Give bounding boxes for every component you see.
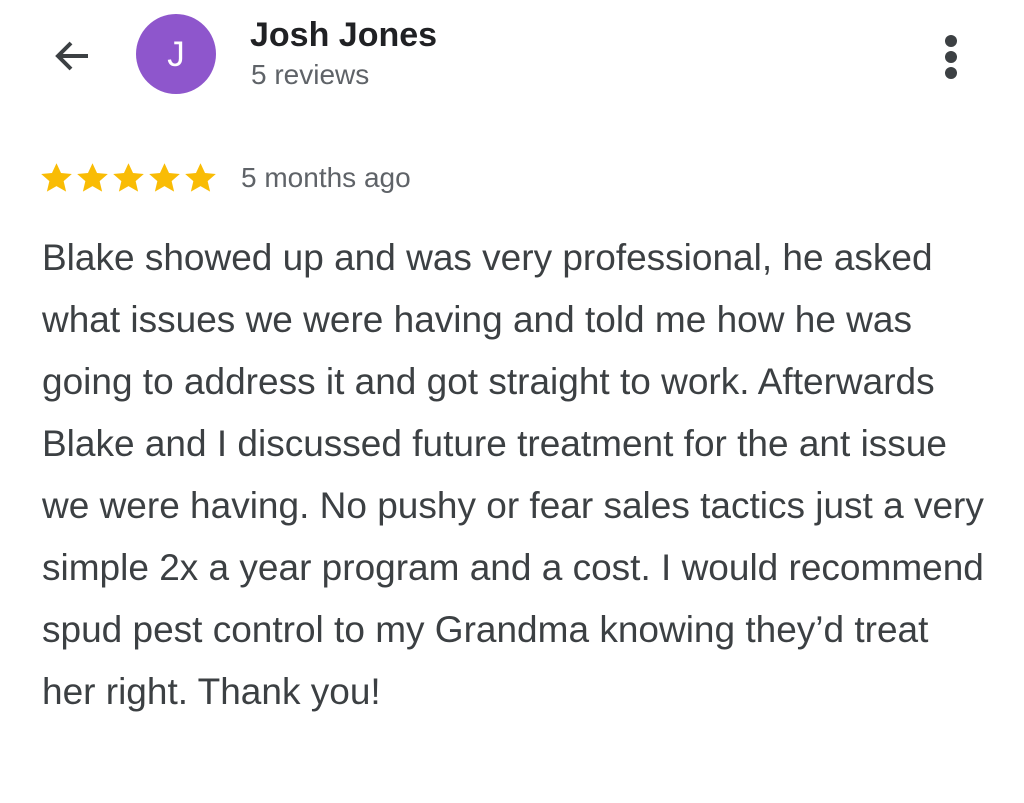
reviewer-name[interactable]: Josh Jones: [250, 15, 437, 55]
back-button[interactable]: [46, 30, 98, 82]
arrow-left-icon: [55, 41, 88, 71]
star-rating: [39, 155, 219, 201]
avatar[interactable]: J: [136, 14, 216, 94]
star-icon: [185, 162, 216, 192]
avatar-initial: J: [167, 34, 185, 74]
star-icon: [77, 162, 108, 192]
star-icon: [41, 162, 72, 192]
review-header: J Josh Jones 5 reviews: [0, 0, 1024, 140]
review-count: 5 reviews: [251, 59, 370, 90]
rating-row: 5 months ago: [39, 155, 411, 201]
star-icon: [149, 162, 180, 192]
star-icon: [113, 162, 144, 192]
review-text: Blake showed up and was very professiona…: [42, 237, 984, 712]
more-options-button[interactable]: [920, 28, 984, 86]
review-time: 5 months ago: [241, 162, 411, 193]
